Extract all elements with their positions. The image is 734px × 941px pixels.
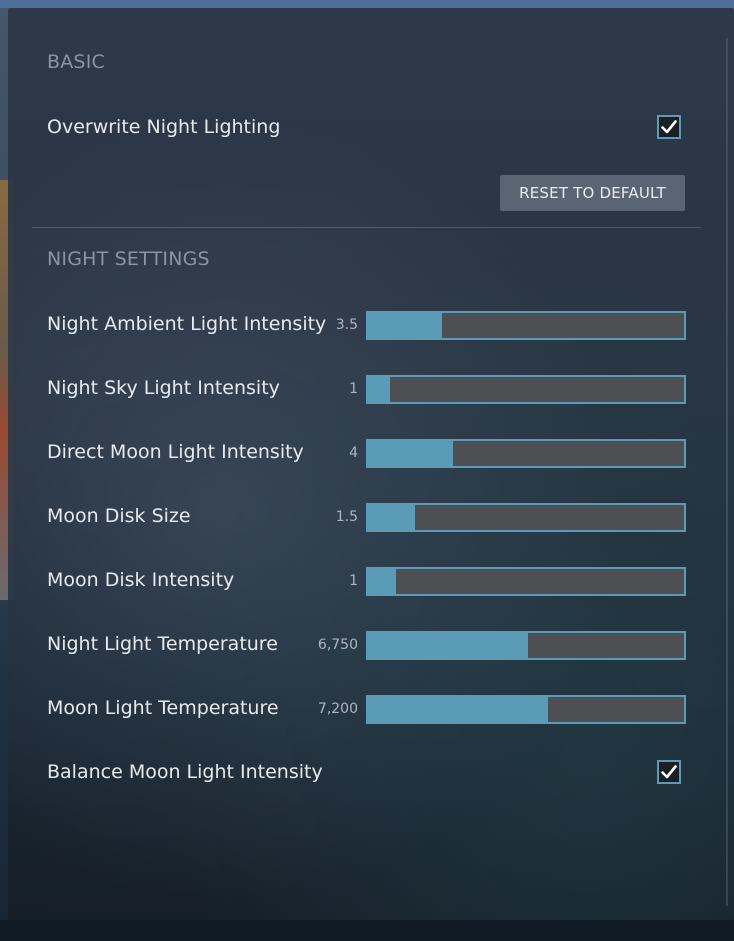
- direct-moon-light-intensity-slider-fill: [368, 441, 454, 466]
- checkmark-icon: [661, 120, 677, 134]
- background-ground-strip: [0, 920, 734, 941]
- night-sky-light-intensity-slider[interactable]: [366, 375, 686, 404]
- balance-moon-light-label: Balance Moon Light Intensity: [47, 761, 323, 783]
- night-sky-light-intensity-value: 1: [349, 381, 358, 397]
- lighting-settings-panel: BASIC Overwrite Night Lighting RESET TO …: [8, 8, 734, 920]
- direct-moon-light-intensity-slider[interactable]: [366, 439, 686, 468]
- checkmark-icon: [661, 765, 677, 779]
- moon-disk-size-value: 1.5: [335, 509, 358, 525]
- moon-disk-size-label: Moon Disk Size: [47, 505, 191, 527]
- overwrite-night-lighting-row: Overwrite Night Lighting: [8, 111, 734, 145]
- section-title-night-settings: NIGHT SETTINGS: [47, 248, 210, 270]
- reset-to-default-button[interactable]: RESET TO DEFAULT: [500, 175, 685, 211]
- overwrite-night-lighting-label: Overwrite Night Lighting: [47, 116, 281, 138]
- direct-moon-light-intensity-row: Direct Moon Light Intensity 4: [8, 436, 734, 470]
- background-sky-strip: [0, 0, 734, 8]
- moon-disk-intensity-value: 1: [349, 573, 358, 589]
- night-ambient-light-intensity-slider-fill: [368, 313, 443, 338]
- balance-moon-light-row: Balance Moon Light Intensity: [8, 756, 734, 790]
- moon-light-temperature-slider[interactable]: [366, 695, 686, 724]
- night-light-temperature-row: Night Light Temperature 6,750: [8, 628, 734, 662]
- night-ambient-light-intensity-row: Night Ambient Light Intensity 3.5: [8, 308, 734, 342]
- night-light-temperature-value: 6,750: [317, 637, 358, 653]
- moon-disk-intensity-slider[interactable]: [366, 567, 686, 596]
- moon-light-temperature-label: Moon Light Temperature: [47, 697, 279, 719]
- section-title-basic: BASIC: [47, 51, 105, 73]
- overwrite-night-lighting-checkbox[interactable]: [657, 115, 681, 139]
- night-sky-light-intensity-row: Night Sky Light Intensity 1: [8, 372, 734, 406]
- night-light-temperature-slider-fill: [368, 633, 528, 658]
- section-divider: [32, 227, 701, 228]
- moon-disk-size-slider[interactable]: [366, 503, 686, 532]
- moon-disk-intensity-row: Moon Disk Intensity 1: [8, 564, 734, 598]
- night-light-temperature-label: Night Light Temperature: [47, 633, 278, 655]
- direct-moon-light-intensity-label: Direct Moon Light Intensity: [47, 441, 304, 463]
- night-sky-light-intensity-slider-fill: [368, 377, 391, 402]
- moon-disk-size-row: Moon Disk Size 1.5: [8, 500, 734, 534]
- night-ambient-light-intensity-slider[interactable]: [366, 311, 686, 340]
- moon-light-temperature-value: 7,200: [317, 701, 358, 717]
- moon-disk-size-slider-fill: [368, 505, 416, 530]
- night-sky-light-intensity-label: Night Sky Light Intensity: [47, 377, 280, 399]
- night-ambient-light-intensity-value: 3.5: [335, 317, 358, 333]
- moon-light-temperature-row: Moon Light Temperature 7,200: [8, 692, 734, 726]
- direct-moon-light-intensity-value: 4: [349, 445, 358, 461]
- moon-light-temperature-slider-fill: [368, 697, 549, 722]
- moon-disk-intensity-slider-fill: [368, 569, 397, 594]
- night-ambient-light-intensity-label: Night Ambient Light Intensity: [47, 313, 327, 335]
- moon-disk-intensity-label: Moon Disk Intensity: [47, 569, 235, 591]
- balance-moon-light-checkbox[interactable]: [657, 760, 681, 784]
- night-light-temperature-slider[interactable]: [366, 631, 686, 660]
